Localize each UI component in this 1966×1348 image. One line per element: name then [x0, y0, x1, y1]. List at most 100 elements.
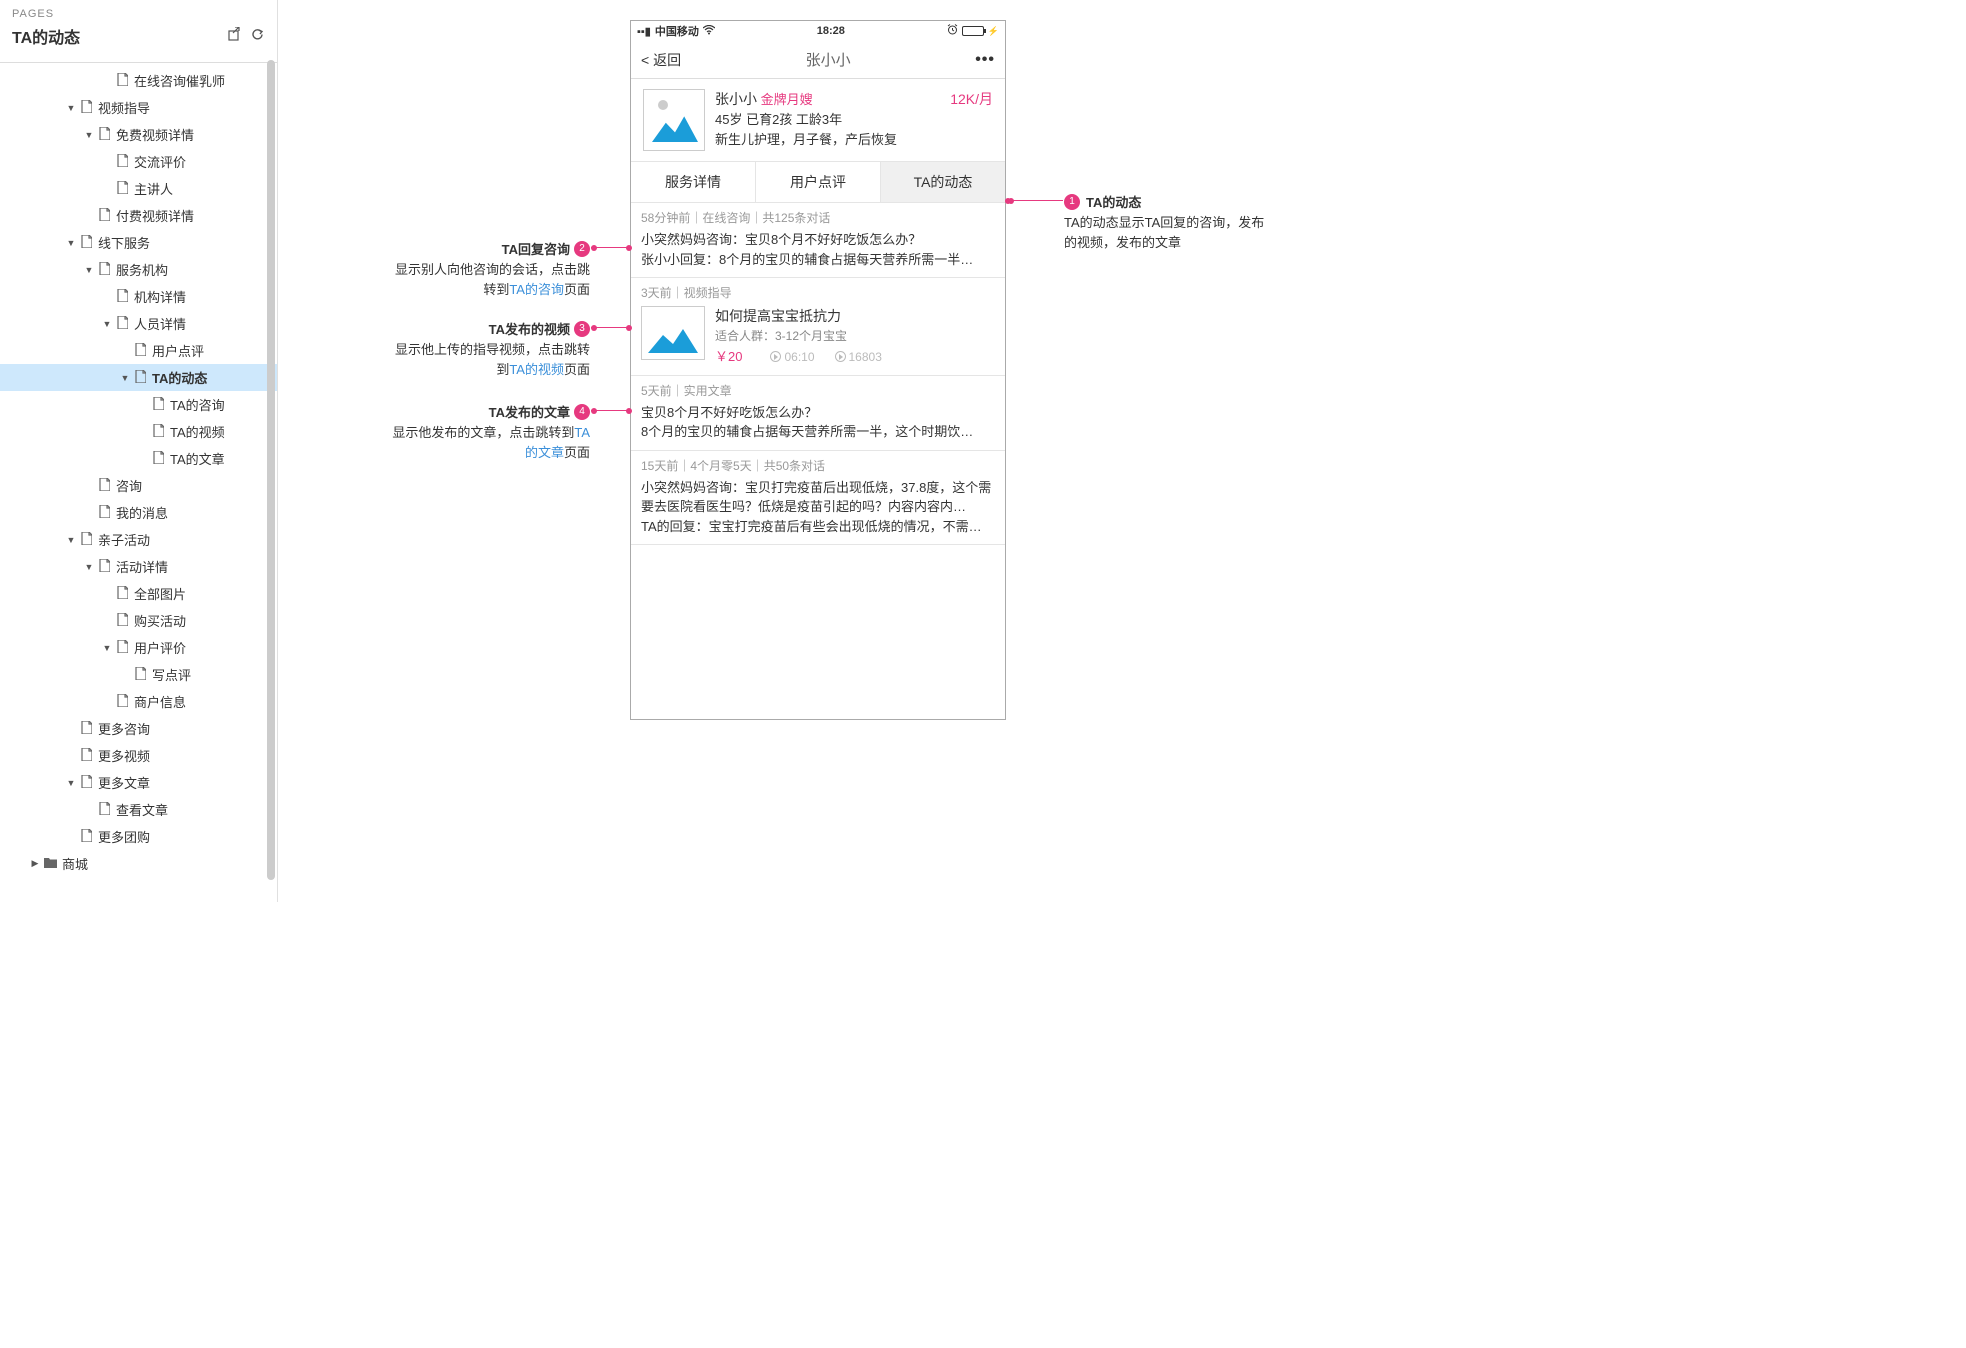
nav-bar: < 返回 张小小 •••: [631, 41, 1005, 79]
alarm-icon: [947, 24, 958, 38]
tree-toggle-icon[interactable]: ▼: [100, 643, 114, 653]
tree-item[interactable]: 更多团购: [0, 823, 277, 850]
page-icon: [150, 397, 166, 413]
feed-item-article[interactable]: 5天前｜实用文章 宝贝8个月不好好吃饭怎么办？ 8个月的宝贝的辅食占据每天营养所…: [631, 376, 1005, 451]
video-duration: 06:10: [770, 348, 814, 366]
annotation-2: TA回复咨询 2 显示别人向他咨询的会话，点击跳转到TA的咨询页面: [390, 239, 590, 299]
tree-label: 线下服务: [98, 233, 150, 252]
feed-line: TA的回复：宝宝打完疫苗后有些会出现低烧的情况，不需…: [641, 517, 995, 537]
tree-item[interactable]: 咨询: [0, 472, 277, 499]
tree-item[interactable]: 全部图片: [0, 580, 277, 607]
tree-item[interactable]: ▶商城: [0, 850, 277, 877]
tree-item[interactable]: ▼ 人员详情: [0, 310, 277, 337]
page-icon: [78, 775, 94, 791]
page-icon: [78, 235, 94, 251]
tree-item[interactable]: TA的文章: [0, 445, 277, 472]
sidebar-tree[interactable]: 在线咨询催乳师▼视频指导▼免费视频详情交流评价主讲人付费视频详情 ▼ 线下服务 ▼服务…: [0, 63, 277, 905]
export-icon[interactable]: [227, 27, 242, 46]
tree-item[interactable]: ▼服务机构: [0, 256, 277, 283]
badge-icon: 2: [574, 241, 590, 257]
tree-item[interactable]: 购买活动: [0, 607, 277, 634]
tree-label: 人员详情: [134, 314, 186, 333]
page-icon: [114, 73, 130, 89]
canvas: ▪▪▮ 中国移动 18:28 ⚡ < 返回 张小小 •••: [278, 0, 1310, 902]
feed-item-video[interactable]: 3天前｜视频指导 如何提高宝宝抵抗力 适合人群：3-12个月宝宝 ￥20 06:…: [631, 278, 1005, 376]
tree-item[interactable]: 用户点评: [0, 337, 277, 364]
charging-icon: ⚡: [988, 26, 999, 37]
sidebar: PAGES TA的动态 在线咨询催乳师▼视频指导▼免费视频详情交流评价主讲人付费…: [0, 0, 278, 902]
feed-item-consult-2[interactable]: 15天前｜4个月零5天｜共50条对话 小突然妈妈咨询：宝贝打完疫苗后出现低烧，3…: [631, 451, 1005, 546]
tree-label: 商户信息: [134, 692, 186, 711]
tree-toggle-icon[interactable]: ▼: [64, 103, 78, 113]
refresh-icon[interactable]: [250, 27, 265, 46]
page-icon: [78, 532, 94, 548]
tree-item[interactable]: TA的咨询: [0, 391, 277, 418]
phone-mockup: ▪▪▮ 中国移动 18:28 ⚡ < 返回 张小小 •••: [630, 20, 1006, 720]
tree-toggle-icon[interactable]: ▼: [118, 373, 132, 383]
feed-item-consult-1[interactable]: 58分钟前｜在线咨询｜共125条对话 小突然妈妈咨询：宝贝8个月不好好吃饭怎么办…: [631, 203, 1005, 278]
page-icon: [114, 316, 130, 332]
tree-item[interactable]: 在线咨询催乳师: [0, 67, 277, 94]
feed-line: 小突然妈妈咨询：宝贝8个月不好好吃饭怎么办？: [641, 230, 995, 250]
page-icon: [78, 829, 94, 845]
tab-reviews[interactable]: 用户点评: [756, 162, 881, 202]
tree-toggle-icon[interactable]: ▼: [64, 238, 78, 248]
folder-icon: [42, 857, 58, 871]
page-icon: [150, 451, 166, 467]
tree-item[interactable]: ▼免费视频详情: [0, 121, 277, 148]
pages-label: PAGES: [12, 8, 265, 20]
video-subtitle: 适合人群：3-12个月宝宝: [715, 327, 995, 345]
tree-item[interactable]: 商户信息: [0, 688, 277, 715]
tree-item[interactable]: ▼视频指导: [0, 94, 277, 121]
page-icon: [114, 586, 130, 602]
feed-meta: 3天前｜视频指导: [641, 284, 995, 302]
tree-toggle-icon[interactable]: ▼: [82, 265, 96, 275]
page-icon: [96, 478, 112, 494]
signal-icon: ▪▪▮: [637, 25, 651, 38]
annotation-line: [591, 410, 629, 411]
tab-updates[interactable]: TA的动态: [881, 162, 1005, 202]
tree-item[interactable]: 更多咨询: [0, 715, 277, 742]
tree-item[interactable]: 交流评价: [0, 148, 277, 175]
tree-label: TA的咨询: [170, 395, 225, 414]
tree-item[interactable]: 查看文章: [0, 796, 277, 823]
feed-meta: 5天前｜实用文章: [641, 382, 995, 400]
tree-item[interactable]: ▼用户评价: [0, 634, 277, 661]
video-price: ￥20: [715, 347, 742, 367]
annotation-link[interactable]: TA的咨询: [509, 282, 564, 297]
tree-item[interactable]: 我的消息: [0, 499, 277, 526]
more-button[interactable]: •••: [975, 51, 995, 69]
tree-label: TA的文章: [170, 449, 225, 468]
tree-toggle-icon[interactable]: ▼: [64, 535, 78, 545]
carrier-label: 中国移动: [655, 23, 699, 39]
scrollbar[interactable]: [267, 60, 275, 880]
tree-item[interactable]: 机构详情: [0, 283, 277, 310]
status-time: 18:28: [817, 25, 845, 37]
tree-item[interactable]: 写点评: [0, 661, 277, 688]
tree-item[interactable]: ▼更多文章: [0, 769, 277, 796]
tree-toggle-icon[interactable]: ▶: [28, 858, 42, 869]
tree-toggle-icon[interactable]: ▼: [82, 130, 96, 140]
tree-item[interactable]: ▼亲子活动: [0, 526, 277, 553]
tree-item[interactable]: 付费视频详情: [0, 202, 277, 229]
tree-item[interactable]: 主讲人: [0, 175, 277, 202]
page-icon: [96, 505, 112, 521]
back-button[interactable]: < 返回: [641, 50, 681, 70]
tree-label: 全部图片: [134, 584, 186, 603]
tree-item[interactable]: 更多视频: [0, 742, 277, 769]
tree-item[interactable]: ▼TA的动态: [0, 364, 277, 391]
tree-toggle-icon[interactable]: ▼: [100, 319, 114, 329]
tree-toggle-icon[interactable]: ▼: [82, 562, 96, 572]
tree-item[interactable]: TA的视频: [0, 418, 277, 445]
annotation-link[interactable]: TA的视频: [509, 362, 564, 377]
page-icon: [78, 100, 94, 116]
annotation-line: [591, 327, 629, 328]
tree-item[interactable]: ▼活动详情: [0, 553, 277, 580]
profile-detail-2: 新生儿护理，月子餐，产后恢复: [715, 130, 993, 150]
page-icon: [78, 721, 94, 737]
tree-label: TA的视频: [170, 422, 225, 441]
tab-service[interactable]: 服务详情: [631, 162, 756, 202]
tree-item[interactable]: ▼ 线下服务: [0, 229, 277, 256]
tree-toggle-icon[interactable]: ▼: [64, 778, 78, 788]
tree-label: 更多视频: [98, 746, 150, 765]
